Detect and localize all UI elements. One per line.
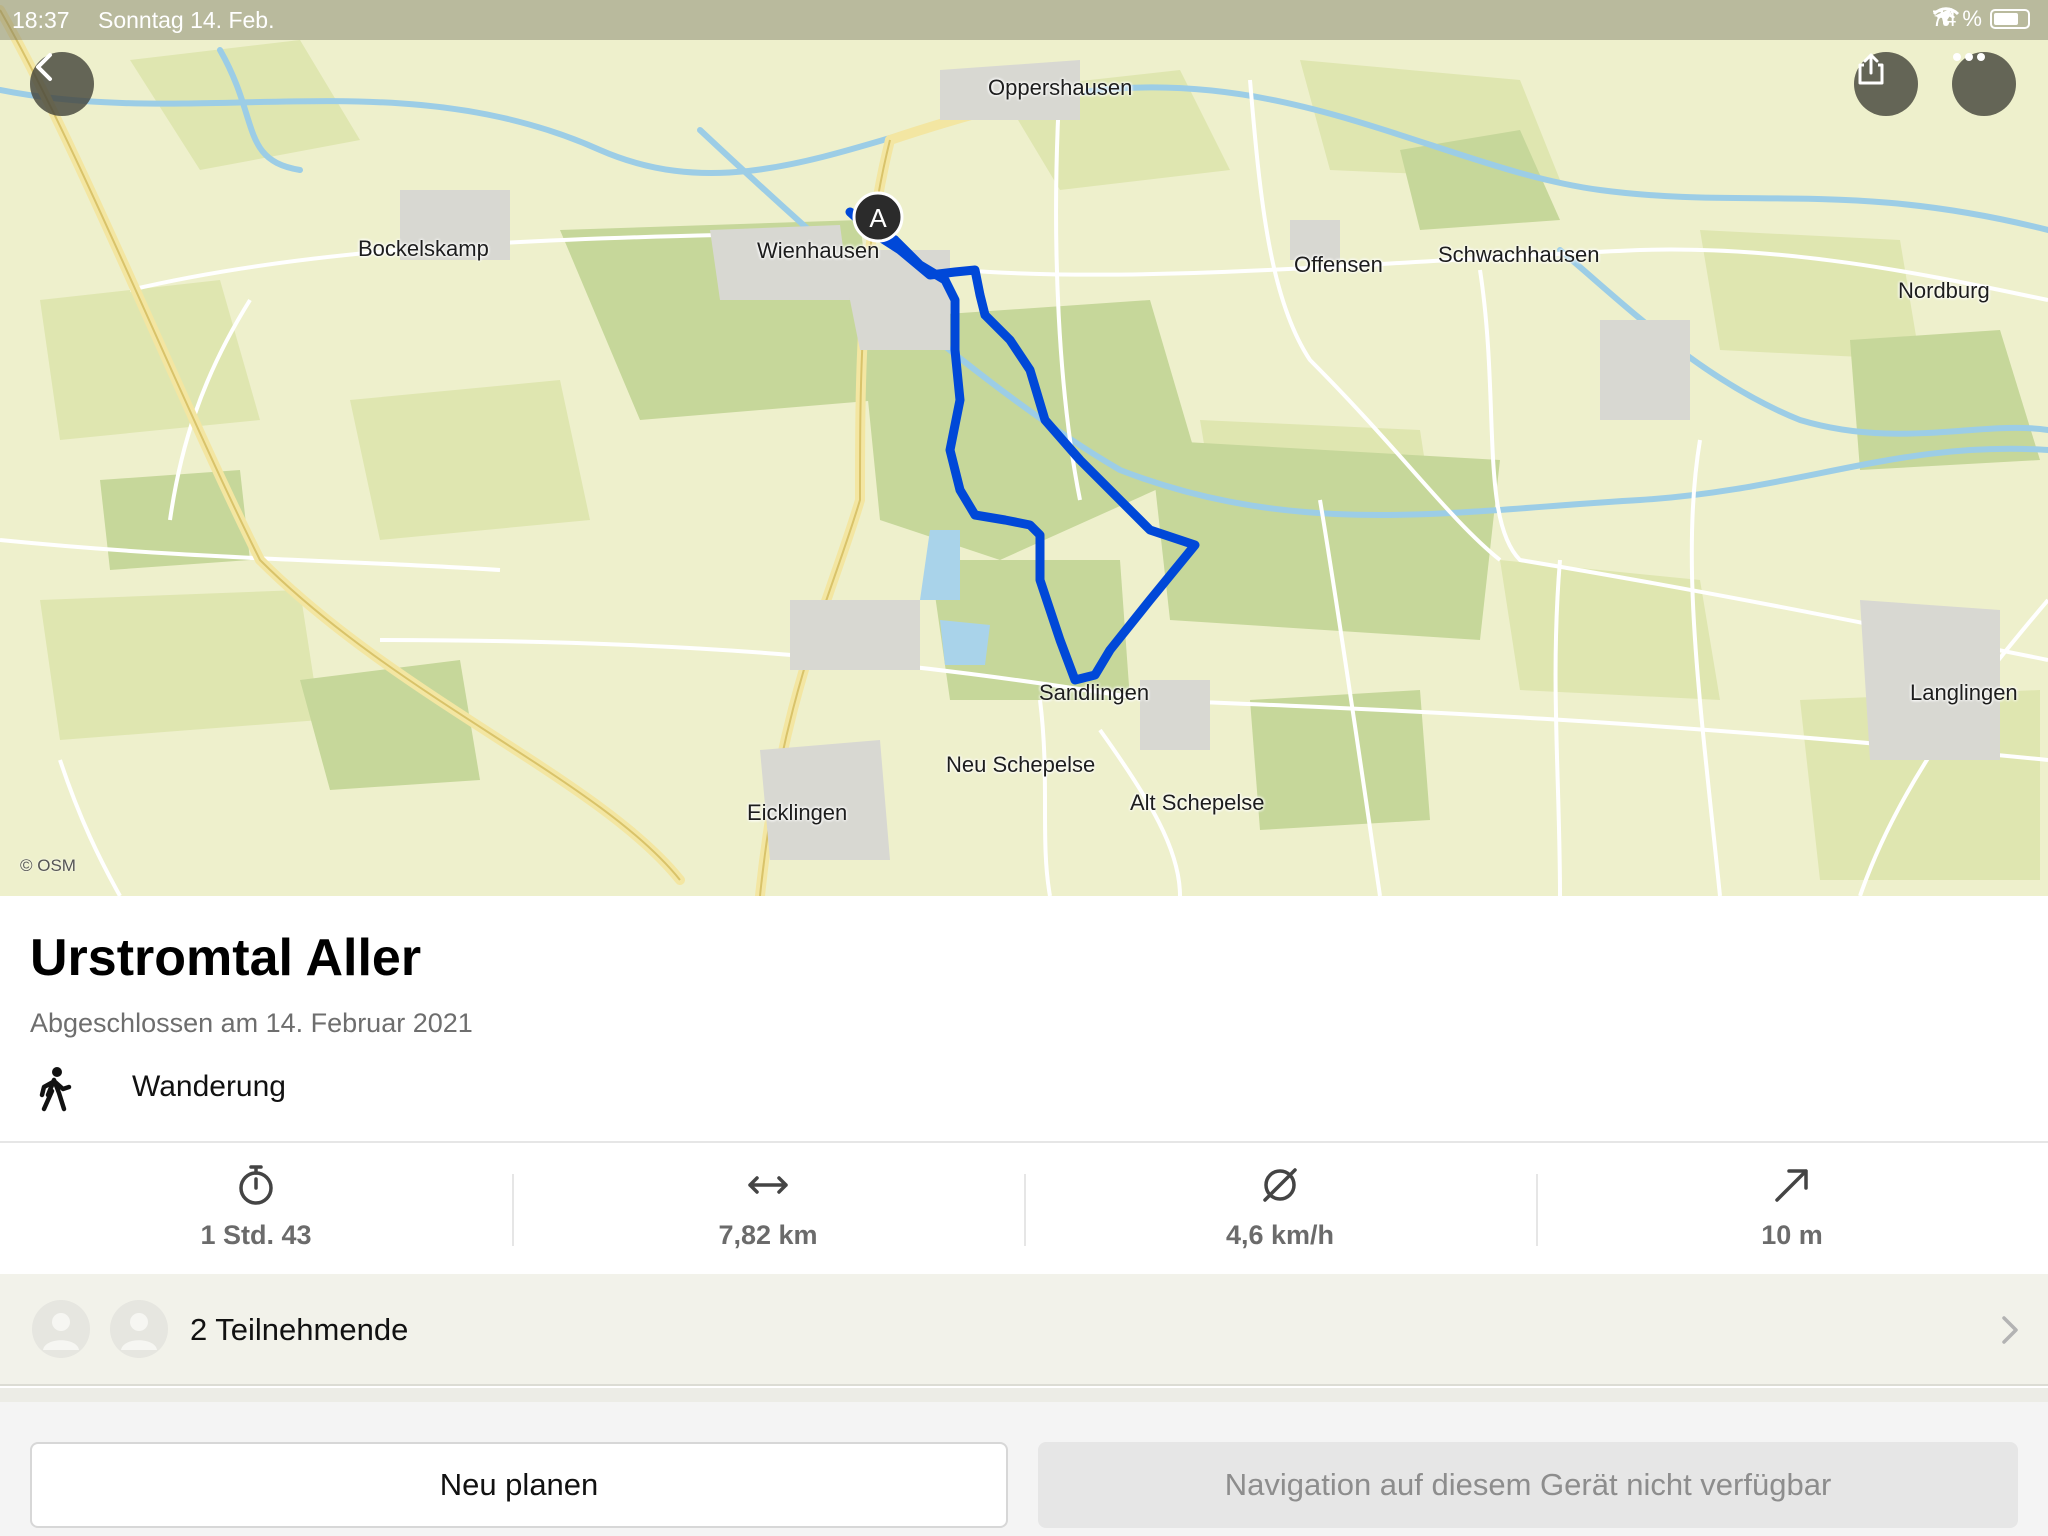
status-bar: 18:37 Sonntag 14. Feb. 74 % (0, 0, 2048, 40)
place-label-nordburg: Nordburg (1898, 278, 1990, 303)
tour-title: Urstromtal Aller (30, 929, 422, 987)
participants-row[interactable]: 2 Teilnehmende (0, 1274, 2048, 1386)
place-label-bockelskamp: Bockelskamp (358, 236, 489, 261)
distance-value: 7,82 km (718, 1220, 818, 1250)
share-icon (1858, 53, 1884, 85)
uphill-arrow-icon (1775, 1169, 1808, 1202)
battery-level (1994, 13, 2018, 25)
location-arrow-icon (1933, 8, 1952, 26)
status-time: 18:37 (12, 7, 70, 33)
activity-row: Wanderung (30, 1062, 286, 1118)
place-label-langlingen: Langlingen (1910, 680, 2018, 705)
place-label-sandlingen: Sandlingen (1039, 680, 1150, 705)
chevron-left-icon (36, 53, 52, 81)
stats-row: 1 Std. 43 7,82 km 4,6 km/h 10 m (0, 1144, 2048, 1274)
speed-value: 4,6 km/h (1225, 1220, 1335, 1250)
back-button[interactable] (30, 52, 94, 116)
place-label-schwachhausen: Schwachhausen (1438, 242, 1600, 267)
distance-arrows-icon (748, 1176, 788, 1194)
activity-type: Wanderung (132, 1070, 286, 1103)
battery-icon (1990, 9, 2030, 29)
navigation-unavailable-button[interactable]: Navigation auf diesem Gerät nicht verfüg… (1038, 1442, 2018, 1528)
status-date: Sonntag 14. Feb. (98, 7, 275, 33)
duration-value: 1 Std. 43 (200, 1220, 312, 1250)
hiking-icon (39, 1067, 72, 1112)
map-attribution[interactable]: © OSM (20, 856, 76, 876)
ellipsis-icon (1953, 53, 1985, 61)
place-label-eicklingen: Eicklingen (747, 800, 848, 825)
divider (0, 1141, 2048, 1143)
avatar (110, 1300, 168, 1358)
action-bar: Neu planen Navigation auf diesem Gerät n… (0, 1388, 2048, 1536)
elevation-value: 10 m (1761, 1220, 1823, 1250)
person-placeholder-icon (43, 1313, 79, 1350)
avatar (32, 1300, 90, 1358)
place-label-neu-schepelse: Neu Schepelse (946, 752, 1096, 777)
place-label-oppershausen: Oppershausen (988, 75, 1133, 100)
stat-duration: 1 Std. 43 (0, 1144, 512, 1274)
route-map[interactable]: A Oppershausen Bockelskamp Wienhausen Of… (0, 0, 2048, 896)
stopwatch-icon (239, 1165, 273, 1205)
person-placeholder-icon (121, 1313, 157, 1350)
place-label-alt-schepelse: Alt Schepelse (1130, 790, 1265, 815)
chevron-right-icon (2002, 1316, 2018, 1344)
status-indicators: 74 % (1932, 6, 2030, 32)
stat-elevation: 10 m (1536, 1144, 2048, 1274)
place-label-offensen: Offensen (1294, 252, 1383, 277)
average-icon (1263, 1168, 1297, 1202)
stat-speed: 4,6 km/h (1024, 1144, 1536, 1274)
participants-label: 2 Teilnehmende (190, 1312, 409, 1347)
share-button[interactable] (1854, 52, 1918, 116)
start-marker[interactable]: A (852, 191, 904, 243)
stat-distance: 7,82 km (512, 1144, 1024, 1274)
more-options-button[interactable] (1952, 52, 2016, 116)
tour-completed-date: Abgeschlossen am 14. Februar 2021 (30, 1008, 473, 1038)
start-marker-label: A (869, 203, 887, 233)
place-label-wienhausen: Wienhausen (757, 238, 880, 263)
replan-button[interactable]: Neu planen (30, 1442, 1008, 1528)
